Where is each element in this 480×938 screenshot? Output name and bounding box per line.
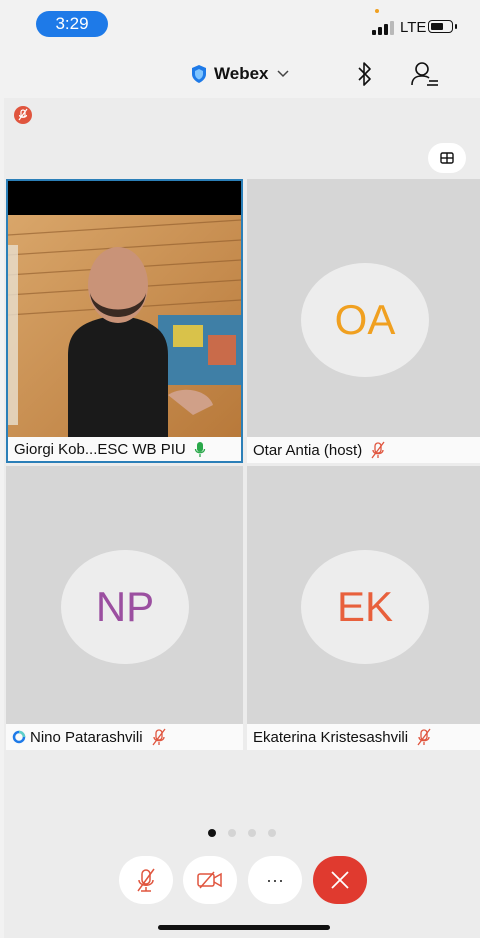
participant-tile[interactable]: EK Ekaterina Kristesashvili [247,466,480,750]
video-feed [8,215,241,437]
privacy-indicator [375,9,379,13]
muted-indicator [14,106,32,124]
meeting-header: Webex [0,46,480,98]
participant-name-bar: Otar Antia (host) [247,437,480,463]
participant-name: Giorgi Kob...ESC WB PIU [14,440,186,458]
app-title: Webex [214,64,269,83]
page-dot[interactable] [268,829,276,837]
mic-off-icon [18,108,28,121]
grid-layout-icon [440,152,454,164]
participant-name: Ekaterina Kristesashvili [253,728,409,746]
participant-name-bar: Ekaterina Kristesashvili [247,724,480,750]
avatar: EK [301,550,429,664]
carrier-label: LTE [400,19,427,36]
participant-name-bar: Nino Patarashvili [6,724,243,750]
more-button[interactable]: ··· [248,856,302,904]
video-off-icon [197,871,222,889]
participant-name: Nino Patarashvili [30,728,143,746]
mic-on-icon [194,442,205,457]
app-title-dropdown[interactable]: Webex [190,64,289,84]
mic-off-icon [152,728,166,746]
close-icon [331,871,349,889]
chevron-down-icon [276,70,289,78]
page-indicator[interactable] [208,829,276,837]
video-image [8,215,241,437]
avatar-initials: OA [334,296,396,343]
bluetooth-icon[interactable] [355,60,375,88]
battery-icon [428,20,457,33]
participant-name-bar: Giorgi Kob...ESC WB PIU [8,437,241,461]
participant-tile-video[interactable]: Giorgi Kob...ESC WB PIU [6,179,243,463]
status-bar: 3:29 LTE [0,0,480,44]
phone-screen: 3:29 LTE Webex Giorgi Kob...ESC WB PIU O… [0,0,480,938]
shield-icon [192,65,206,83]
more-icon: ··· [266,869,284,890]
page-dot[interactable] [248,829,256,837]
avatar-initials: NP [95,583,155,630]
mute-button[interactable] [119,856,173,904]
page-dot[interactable] [208,829,216,837]
avatar-initials: EK [336,583,394,630]
clock: 3:29 [36,11,108,37]
avatar: OA [301,263,429,377]
video-button[interactable] [183,856,237,904]
home-indicator[interactable] [158,925,330,930]
participants-icon[interactable] [410,60,440,88]
mic-off-icon [417,728,431,746]
spinner-icon [12,730,26,744]
mic-off-icon [371,441,385,459]
participant-tile[interactable]: OA Otar Antia (host) [247,179,480,463]
page-dot[interactable] [228,829,236,837]
participant-name: Otar Antia (host) [253,441,363,459]
signal-icon [372,21,396,35]
participant-tile[interactable]: NP Nino Patarashvili [6,466,243,750]
layout-button[interactable] [428,143,466,173]
avatar: NP [61,550,189,664]
end-call-button[interactable] [313,856,367,904]
mic-off-icon [137,868,155,892]
